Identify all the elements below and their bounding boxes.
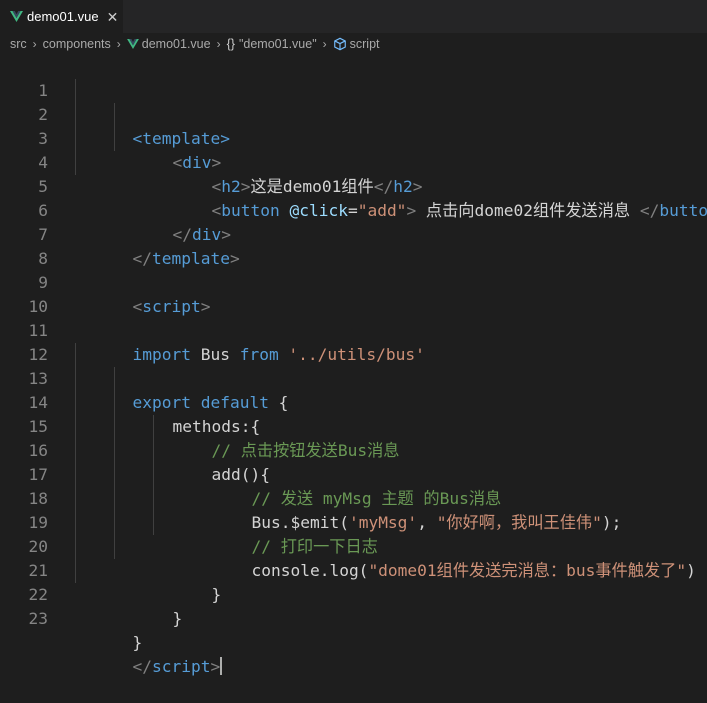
code-line: 11 [0, 295, 707, 340]
code-line: 22 } [0, 559, 707, 652]
code-line: 8 <script> [0, 223, 707, 316]
code-token: > [210, 657, 221, 676]
code-line: 17 Bus.$emit('myMsg', "你好啊，我叫王佳伟"); [0, 439, 707, 532]
code-line: 13 methods:{ [0, 343, 707, 436]
editor-tab-demo01[interactable]: demo01.vue ✕ [0, 0, 123, 33]
tab-title: demo01.vue [27, 9, 99, 24]
code-line: 20 } [0, 511, 707, 604]
code-line: 9 [0, 247, 707, 292]
code-line: 23 </script> [0, 583, 707, 676]
text-cursor [220, 657, 223, 675]
breadcrumb-script[interactable]: script [333, 37, 380, 51]
breadcrumb-module[interactable]: {} "demo01.vue" [227, 37, 317, 51]
code-line: 16 // 发送 myMsg 主题 的Bus消息 [0, 415, 707, 508]
chevron-right-icon: › [32, 37, 37, 51]
chevron-right-icon: › [116, 37, 121, 51]
code-line: 10 import Bus from '../utils/bus' [0, 271, 707, 364]
code-line: 3 <h2>这是demo01组件</h2> [0, 103, 707, 196]
code-token: </ [132, 657, 152, 676]
code-line: 2 <div> [0, 79, 707, 172]
close-icon[interactable]: ✕ [107, 10, 119, 24]
cube-icon [333, 37, 346, 51]
chevron-right-icon: › [322, 37, 327, 51]
breadcrumb-module-label: "demo01.vue" [238, 37, 317, 51]
breadcrumb-file-label: demo01.vue [141, 37, 211, 51]
code-line: 6 </template> [0, 175, 707, 268]
code-line: 1 <template> [0, 55, 707, 148]
code-token: } [172, 609, 183, 628]
code-line: 4 <button @click="add"> 点击向dome02组件发送消息 … [0, 127, 707, 220]
vue-file-icon [10, 11, 23, 22]
breadcrumb-script-label: script [349, 37, 380, 51]
line-number: 23 [28, 609, 49, 628]
vue-file-icon [126, 39, 139, 49]
chevron-right-icon: › [216, 37, 221, 51]
code-line: 21 } [0, 535, 707, 628]
code-line: 12 export default { [0, 319, 707, 412]
breadcrumb: src › components › demo01.vue › {} "demo… [0, 33, 707, 55]
code-line: 19 console.log("dome01组件发送完消息：bus事件触发了") [0, 487, 707, 580]
code-line: 18 // 打印一下日志 [0, 463, 707, 556]
breadcrumb-components[interactable]: components [43, 37, 111, 51]
tab-bar: demo01.vue ✕ [0, 0, 707, 33]
code-line: 15 add(){ [0, 391, 707, 484]
code-editor[interactable]: 1 <template> 2 <div> 3 <h2>这是demo01组件</h… [0, 55, 707, 676]
code-line: 14 // 点击按钮发送Bus消息 [0, 367, 707, 460]
code-line: 7 [0, 199, 707, 244]
breadcrumb-src[interactable]: src [10, 37, 27, 51]
code-token: script [151, 657, 211, 676]
breadcrumb-file[interactable]: demo01.vue [126, 37, 211, 51]
code-line: 5 </div> [0, 151, 707, 244]
braces-icon: {} [226, 37, 235, 51]
